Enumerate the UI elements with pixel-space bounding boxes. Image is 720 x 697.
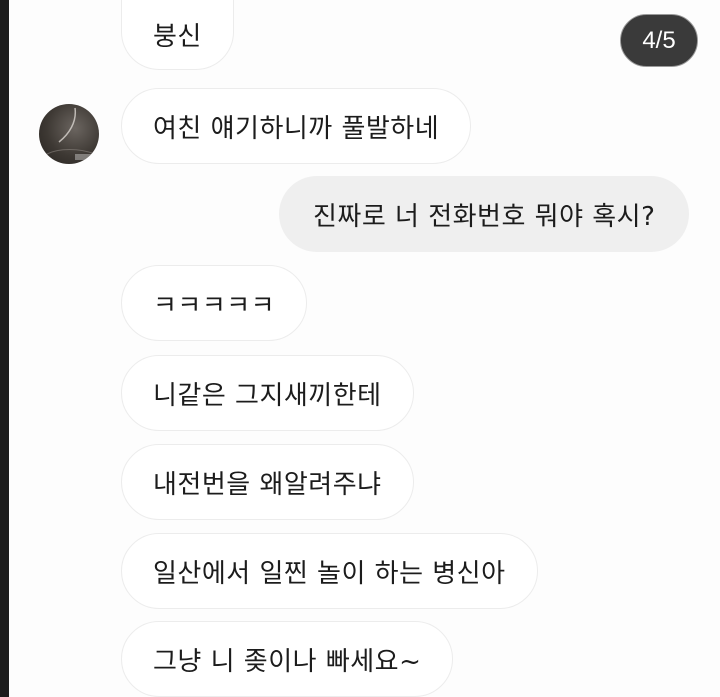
message-text: 그냥 니 좆이나 빠세요~ [153, 646, 422, 677]
message-bubble[interactable]: 일산에서 일찐 놀이 하는 병신아 [121, 533, 538, 609]
chat-thread[interactable]: 붕신 여친 얘기하니까 풀발하네 진짜로 너 전화번호 뭐야 혹시? ㅋㅋㅋㅋㅋ… [9, 0, 720, 697]
left-edge-bar [0, 0, 9, 697]
message-text: 일산에서 일찐 놀이 하는 병신아 [153, 558, 506, 589]
message-bubble[interactable]: 니같은 그지새끼한테 [121, 355, 414, 431]
avatar[interactable] [39, 104, 99, 164]
page-counter-badge: 4/5 [620, 14, 698, 67]
message-bubble[interactable]: ㅋㅋㅋㅋㅋ [121, 265, 308, 341]
message-text: 여친 얘기하니까 풀발하네 [153, 113, 440, 144]
message-bubble[interactable]: 여친 얘기하니까 풀발하네 [121, 88, 472, 164]
message-text: 진짜로 너 전화번호 뭐야 혹시? [313, 201, 656, 232]
message-text: 니같은 그지새끼한테 [153, 380, 382, 411]
message-bubble[interactable]: 그냥 니 좆이나 빠세요~ [121, 621, 454, 697]
page-counter-text: 4/5 [642, 26, 676, 54]
profile-photo-icon [46, 107, 96, 160]
message-bubble[interactable]: 진짜로 너 전화번호 뭐야 혹시? [279, 176, 690, 252]
message-bubble[interactable]: 붕신 [121, 0, 234, 70]
message-text: ㅋㅋㅋㅋㅋ [153, 290, 276, 321]
message-bubble[interactable]: 내전번을 왜알려주냐 [121, 444, 414, 520]
message-text: 붕신 [153, 22, 202, 52]
message-text: 내전번을 왜알려주냐 [153, 469, 382, 500]
